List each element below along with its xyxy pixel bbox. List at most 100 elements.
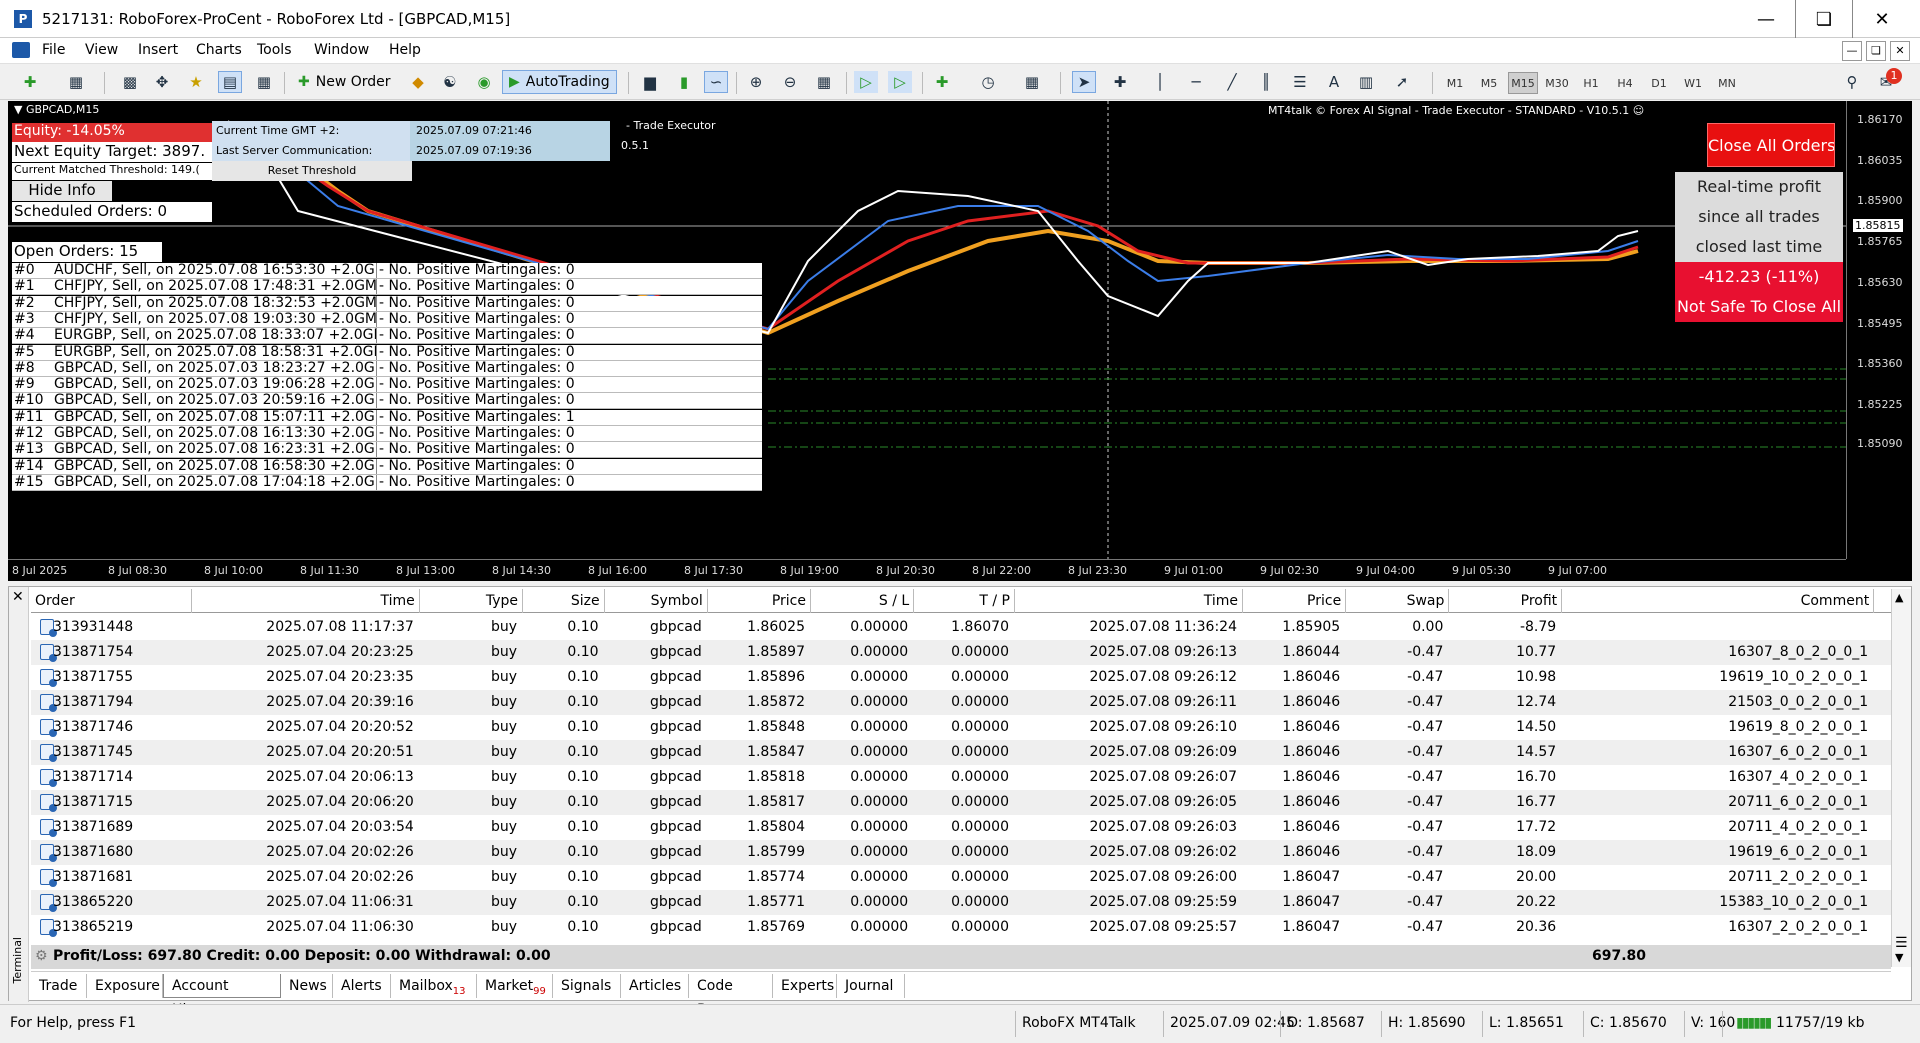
table-row[interactable]: 313871745 2025.07.04 20:20:51 buy 0.10 gbpca… [31,740,1891,765]
terminal-tab[interactable]: Code Base [689,974,773,1018]
terminal-tab[interactable]: Articles [621,974,689,998]
market-watch-icon[interactable]: ▩ [118,71,142,93]
menu-window[interactable]: Window [314,42,369,58]
column-header[interactable]: Comment [1562,589,1875,613]
signals-icon[interactable]: ☯ [438,71,462,93]
autotrading-button[interactable]: ▶ AutoTrading [502,70,617,94]
terminal-tab[interactable]: Trade [31,974,87,998]
table-row[interactable]: 313871754 2025.07.04 20:23:25 buy 0.10 gbpca… [31,640,1891,665]
column-header[interactable]: Profit [1449,589,1563,613]
terminal-close-icon[interactable]: ✕ [12,589,24,605]
profile-name[interactable]: RoboFX MT4Talk [1022,1015,1136,1031]
timeframe-d1[interactable]: D1 [1644,72,1674,94]
table-row[interactable]: 313871746 2025.07.04 20:20:52 buy 0.10 gbpca… [31,715,1891,740]
timeframe-mn[interactable]: MN [1712,72,1742,94]
menu-insert[interactable]: Insert [138,42,178,58]
price-chart[interactable]: 1.86170 1.86035 1.85900 1.85815 1.85765 … [8,101,1912,581]
trendline-icon[interactable]: ╱ [1220,71,1244,93]
chart-shift-icon[interactable]: ▷ [888,71,912,93]
table-row[interactable]: 313865219 2025.07.04 11:06:30 buy 0.10 gbpca… [31,915,1891,940]
zoom-in-icon[interactable]: ⊕ [744,71,768,93]
menu-tools[interactable]: Tools [257,42,292,58]
terminal-tab[interactable]: News [281,974,333,998]
table-row[interactable]: 313871715 2025.07.04 20:06:20 buy 0.10 gbpca… [31,790,1891,815]
tile-windows-icon[interactable]: ▦ [812,71,836,93]
column-header[interactable]: T / P [914,589,1015,613]
timeframe-h4[interactable]: H4 [1610,72,1640,94]
menu-help[interactable]: Help [389,42,421,58]
timeframe-w1[interactable]: W1 [1678,72,1708,94]
scroll-thumb-icon[interactable]: ☰ [1895,935,1908,951]
timeframe-m1[interactable]: M1 [1440,72,1470,94]
menu-file[interactable]: File [42,42,65,58]
text-label-icon[interactable]: ▥ [1354,71,1378,93]
column-header[interactable]: Price [708,589,811,613]
arrows-icon[interactable]: ➚ [1390,71,1414,93]
zoom-out-icon[interactable]: ⊖ [778,71,802,93]
column-header[interactable]: Type [420,589,523,613]
bar-chart-icon[interactable]: ▆ [638,71,662,93]
table-scrollbar[interactable]: ▲ ☰ ▼ [1891,589,1911,967]
horizontal-line-icon[interactable]: ─ [1184,71,1208,93]
not-safe-close-all-button[interactable]: Not Safe To Close All [1675,292,1843,322]
terminal-tab[interactable]: Alerts [333,974,391,998]
timeframe-m5[interactable]: M5 [1474,72,1504,94]
cursor-icon[interactable]: ➤ [1072,71,1096,93]
price-axis[interactable]: 1.86170 1.86035 1.85900 1.85815 1.85765 … [1846,101,1912,559]
table-row[interactable]: 313931448 2025.07.08 11:17:37 buy 0.10 gbpca… [31,615,1891,640]
column-header[interactable]: Size [523,589,605,613]
timeframe-m30[interactable]: M30 [1542,72,1572,94]
scroll-up-icon[interactable]: ▲ [1895,591,1903,604]
column-header[interactable]: S / L [811,589,915,613]
timeframe-h1[interactable]: H1 [1576,72,1606,94]
column-header[interactable]: Time [1015,589,1243,613]
crosshair-icon[interactable]: ✚ [1108,71,1132,93]
close-all-orders-button[interactable]: Close All Orders [1707,123,1835,167]
market-icon[interactable]: ◉ [472,71,496,93]
metaeditor-icon[interactable]: ◆ [406,71,430,93]
line-chart-icon[interactable]: ∽ [704,71,728,93]
mdi-minimize-button[interactable]: — [1842,41,1862,61]
table-row[interactable]: 313871680 2025.07.04 20:02:26 buy 0.10 gbpca… [31,840,1891,865]
menu-view[interactable]: View [85,42,118,58]
timeframe-m15[interactable]: M15 [1508,72,1538,94]
column-header[interactable]: Order [31,589,192,613]
candlestick-icon[interactable]: ▮ [672,71,696,93]
column-header[interactable]: Price [1243,589,1347,613]
fibonacci-icon[interactable]: ☰ [1288,71,1312,93]
column-header[interactable]: Swap [1346,589,1450,613]
minimize-button[interactable]: — [1737,0,1795,38]
column-header[interactable]: Time [192,589,420,613]
table-row[interactable]: 313871689 2025.07.04 20:03:54 buy 0.10 gbpca… [31,815,1891,840]
search-icon[interactable]: ⚲ [1840,71,1864,93]
terminal-tab[interactable]: Exposure [87,974,163,998]
status-traffic[interactable]: 11757/19 kb [1776,1015,1865,1031]
hide-info-button[interactable]: Hide Info [12,181,112,201]
vertical-line-icon[interactable]: │ [1148,71,1172,93]
column-header[interactable]: Symbol [605,589,708,613]
terminal-tab[interactable]: Journal [837,974,905,998]
new-order-button[interactable]: ✚ New Order [292,70,397,94]
maximize-button[interactable]: ❏ [1795,0,1853,38]
terminal-icon[interactable]: ▤ [218,71,242,93]
auto-scroll-icon[interactable]: ▷ [854,71,878,93]
navigator-icon[interactable]: ★ [184,71,208,93]
scroll-down-icon[interactable]: ▼ [1895,951,1903,964]
reset-threshold-button[interactable]: Reset Threshold [212,161,412,181]
mdi-restore-button[interactable]: ❏ [1866,41,1886,61]
data-window-icon[interactable]: ✥ [150,71,174,93]
table-row[interactable]: 313865220 2025.07.04 11:06:31 buy 0.10 gbpca… [31,890,1891,915]
table-row[interactable]: 313871794 2025.07.04 20:39:16 buy 0.10 gbpca… [31,690,1891,715]
terminal-tab[interactable]: Mailbox13 [391,974,477,998]
templates-icon[interactable]: ▦ [1020,71,1044,93]
indicators-icon[interactable]: ✚ [930,71,954,93]
terminal-tab[interactable]: Experts [773,974,837,998]
strategy-tester-icon[interactable]: ▦ [252,71,276,93]
profiles-icon[interactable]: ▦ [64,71,88,93]
close-button[interactable]: ✕ [1853,0,1911,38]
table-row[interactable]: 313871755 2025.07.04 20:23:35 buy 0.10 gbpca… [31,665,1891,690]
terminal-tab[interactable]: Market99 [477,974,553,998]
equidistant-channel-icon[interactable]: ║ [1254,71,1278,93]
table-row[interactable]: 313871714 2025.07.04 20:06:13 buy 0.10 gbpca… [31,765,1891,790]
menu-charts[interactable]: Charts [196,42,242,58]
